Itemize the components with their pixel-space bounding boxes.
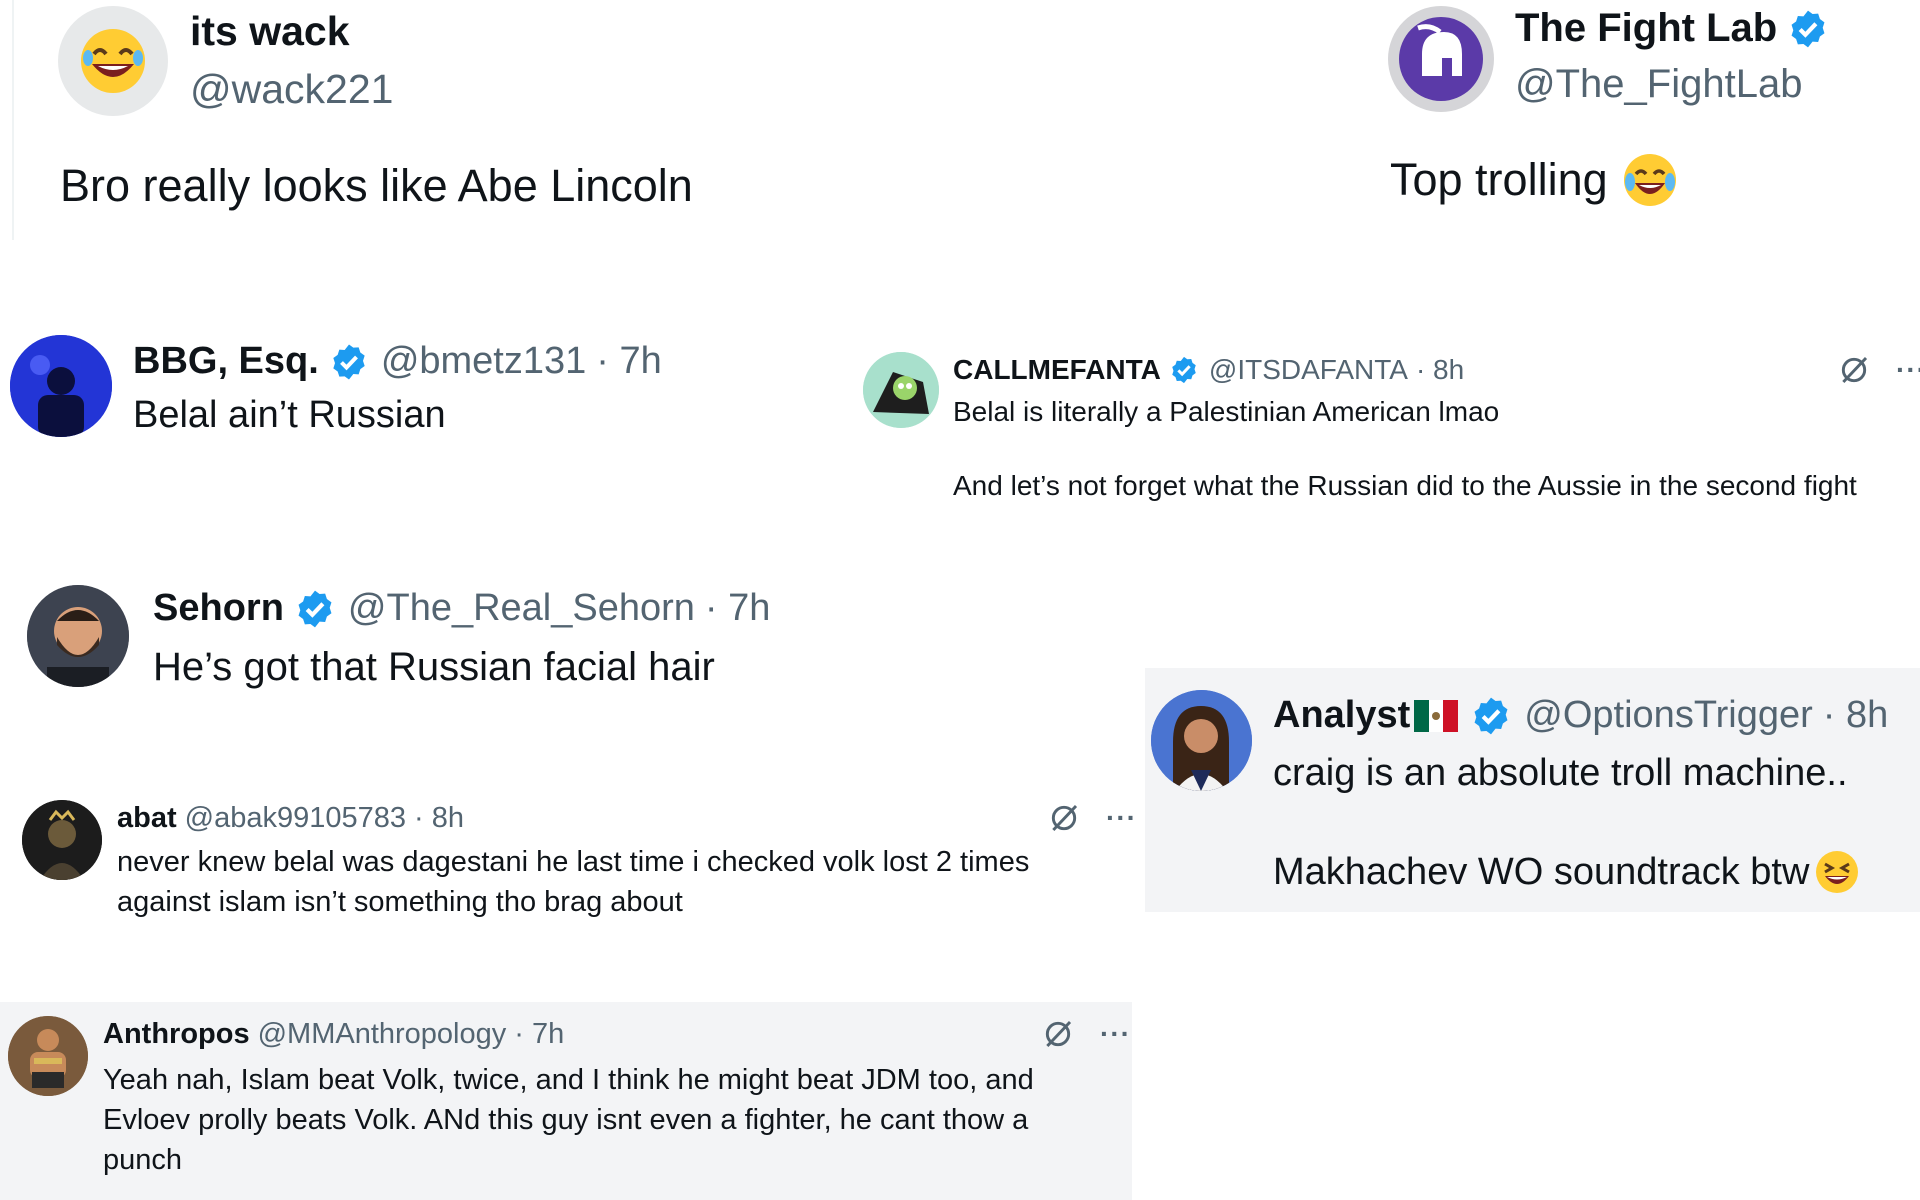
fighter-photo-avatar xyxy=(8,1016,88,1096)
tweet-text: He’s got that Russian facial hair xyxy=(153,645,715,689)
tweet-text: Top trolling xyxy=(1390,154,1608,205)
user-handle[interactable]: @bmetz131 xyxy=(381,340,586,383)
grok-icon[interactable] xyxy=(1042,1018,1074,1050)
user-handle[interactable]: @The_Real_Sehorn xyxy=(348,587,695,630)
avatar[interactable] xyxy=(22,800,102,880)
timestamp[interactable]: · 7h xyxy=(514,1018,564,1051)
tweet-text: Makhachev WO soundtrack btw xyxy=(1273,850,1810,893)
tweet-header: The Fight Lab xyxy=(1515,6,1829,51)
tweet-actions: ··· xyxy=(1048,802,1137,834)
tweet-text: against islam isn’t something tho brag a… xyxy=(117,886,683,918)
tweet-text: Bro really looks like Abe Lincoln xyxy=(60,160,693,211)
avatar[interactable] xyxy=(8,1016,88,1096)
dark-blue-photo-avatar xyxy=(10,335,112,437)
tweet-text: punch xyxy=(103,1144,183,1176)
more-options-button[interactable]: ··· xyxy=(1100,1020,1131,1048)
thread-line xyxy=(12,0,14,240)
user-handle[interactable]: @The_FightLab xyxy=(1515,62,1802,107)
timestamp[interactable]: · 7h xyxy=(705,587,770,630)
grinning-squinting-emoji-icon xyxy=(1816,851,1859,893)
verified-badge-icon xyxy=(1791,10,1825,47)
user-handle[interactable]: @abak99105783 xyxy=(185,802,406,835)
avatar[interactable] xyxy=(27,585,129,687)
avatar[interactable] xyxy=(10,335,112,437)
verified-badge-icon xyxy=(333,344,365,379)
display-name[interactable]: CALLMEFANTA xyxy=(953,354,1161,386)
tweet-actions: ··· xyxy=(1838,354,1920,386)
display-name[interactable]: Analyst xyxy=(1273,694,1410,737)
tweet-text: never knew belal was dagestani he last t… xyxy=(117,846,1030,878)
verified-badge-icon xyxy=(298,590,332,627)
user-handle[interactable]: @ITSDAFANTA xyxy=(1209,354,1408,386)
avatar[interactable] xyxy=(1151,690,1252,791)
tweet-text: Belal is literally a Palestinian America… xyxy=(953,396,1500,427)
tweet-header: CALLMEFANTA @ITSDAFANTA · 8h xyxy=(953,354,1464,386)
tweet-header: Sehorn @The_Real_Sehorn · 7h xyxy=(153,587,770,630)
more-options-button[interactable]: ··· xyxy=(1106,804,1137,832)
display-name[interactable]: its wack xyxy=(190,8,350,55)
laughing-emoji-avatar xyxy=(81,29,145,93)
timestamp[interactable]: · 7h xyxy=(596,340,661,383)
black-white-avatar xyxy=(22,800,102,880)
tweet-actions: ··· xyxy=(1042,1018,1131,1050)
user-handle[interactable]: @OptionsTrigger xyxy=(1524,694,1813,737)
display-name[interactable]: Anthropos xyxy=(103,1018,250,1051)
timestamp[interactable]: · 8h xyxy=(1416,354,1464,386)
tears-of-joy-emoji-icon xyxy=(1623,154,1676,206)
grok-icon[interactable] xyxy=(1048,802,1080,834)
woman-portrait-avatar xyxy=(1151,690,1252,791)
tweet-text-row: Makhachev WO soundtrack btw xyxy=(1273,848,1861,896)
mexico-flag-icon xyxy=(1414,699,1459,732)
avatar[interactable] xyxy=(863,352,939,428)
display-name[interactable]: abat xyxy=(117,802,177,835)
timestamp[interactable]: · 8h xyxy=(1823,694,1888,737)
verified-badge-icon xyxy=(1474,697,1508,734)
timestamp[interactable]: · 8h xyxy=(414,802,464,835)
display-name[interactable]: The Fight Lab xyxy=(1515,6,1777,51)
tweet-text: Belal ain’t Russian xyxy=(133,394,446,436)
avatar[interactable] xyxy=(1388,6,1494,112)
tweet-text: And let’s not forget what the Russian di… xyxy=(953,470,1857,501)
user-handle[interactable]: @wack221 xyxy=(190,66,393,113)
display-name[interactable]: Sehorn xyxy=(153,587,284,630)
verified-badge-icon xyxy=(1172,356,1196,384)
display-name[interactable]: BBG, Esq. xyxy=(133,340,319,383)
tweet-header: abat @abak99105783 · 8h xyxy=(117,802,464,835)
tweet-text: craig is an absolute troll machine.. xyxy=(1273,752,1848,794)
tweet-header: Analyst @OptionsTrigger · 8h xyxy=(1273,694,1888,737)
tweet-header: BBG, Esq. @bmetz131 · 7h xyxy=(133,340,662,383)
tweet-text: Yeah nah, Islam beat Volk, twice, and I … xyxy=(103,1064,1034,1096)
spartan-helmet-logo xyxy=(1399,17,1483,101)
bearded-man-avatar xyxy=(27,585,129,687)
cartoon-avatar xyxy=(863,352,939,428)
more-options-button[interactable]: ··· xyxy=(1896,356,1920,384)
tweet-text-row: Top trolling xyxy=(1390,150,1680,210)
grok-icon[interactable] xyxy=(1838,354,1870,386)
avatar[interactable] xyxy=(58,6,168,116)
user-handle[interactable]: @MMAnthropology xyxy=(258,1018,507,1051)
tweet-header: Anthropos @MMAnthropology · 7h xyxy=(103,1018,564,1051)
tweet-text: Evloev prolly beats Volk. ANd this guy i… xyxy=(103,1104,1029,1136)
